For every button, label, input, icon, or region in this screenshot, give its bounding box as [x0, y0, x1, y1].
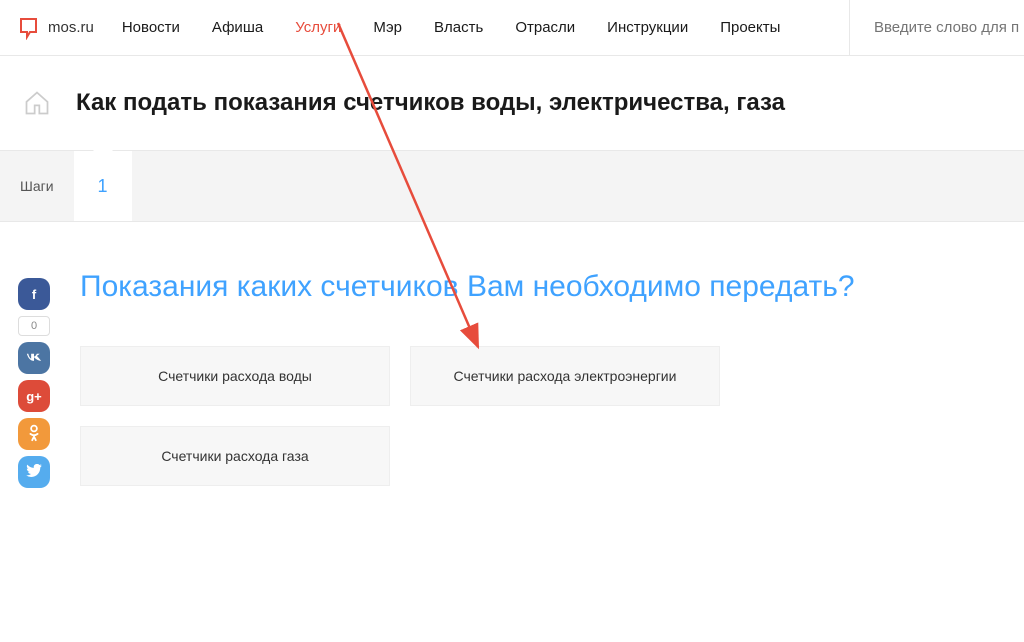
steps-label: Шаги [0, 151, 74, 221]
home-icon[interactable] [18, 84, 56, 122]
page-title: Как подать показания счетчиков воды, эле… [76, 89, 785, 117]
google-plus-icon: g+ [26, 389, 42, 404]
option-gas[interactable]: Счетчики расхода газа [80, 426, 390, 486]
share-vk-button[interactable] [18, 342, 50, 374]
nav-industries[interactable]: Отрасли [515, 19, 575, 36]
facebook-icon: f [32, 287, 36, 302]
share-counter: 0 [18, 316, 50, 336]
option-water[interactable]: Счетчики расхода воды [80, 346, 390, 406]
share-facebook-button[interactable]: f [18, 278, 50, 310]
social-sidebar: f 0 g+ [18, 278, 50, 488]
search-input[interactable] [874, 19, 1024, 36]
nav-services[interactable]: Услуги [295, 19, 341, 36]
twitter-icon [26, 464, 42, 480]
odnoklassniki-icon [28, 424, 40, 445]
nav-news[interactable]: Новости [122, 19, 180, 36]
search-area [849, 0, 1024, 56]
share-twitter-button[interactable] [18, 456, 50, 488]
options-group: Счетчики расхода воды Счетчики расхода э… [80, 346, 780, 486]
logo[interactable]: mos.ru [18, 16, 94, 40]
nav-mayor[interactable]: Мэр [373, 19, 402, 36]
share-google-plus-button[interactable]: g+ [18, 380, 50, 412]
logo-text: mos.ru [48, 19, 94, 36]
logo-icon [18, 16, 42, 40]
vk-icon [25, 351, 43, 366]
main-nav: Новости Афиша Услуги Мэр Власть Отрасли … [122, 19, 849, 36]
steps-bar: Шаги 1 [0, 150, 1024, 222]
nav-instructions[interactable]: Инструкции [607, 19, 688, 36]
option-electricity[interactable]: Счетчики расхода электроэнергии [410, 346, 720, 406]
step-number-1[interactable]: 1 [74, 151, 132, 221]
content-area: Показания каких счетчиков Вам необходимо… [0, 222, 1024, 486]
nav-power[interactable]: Власть [434, 19, 483, 36]
title-section: Как подать показания счетчиков воды, эле… [0, 56, 1024, 150]
header: mos.ru Новости Афиша Услуги Мэр Власть О… [0, 0, 1024, 56]
share-odnoklassniki-button[interactable] [18, 418, 50, 450]
nav-projects[interactable]: Проекты [720, 19, 780, 36]
nav-afisha[interactable]: Афиша [212, 19, 263, 36]
question-title: Показания каких счетчиков Вам необходимо… [80, 270, 1024, 304]
